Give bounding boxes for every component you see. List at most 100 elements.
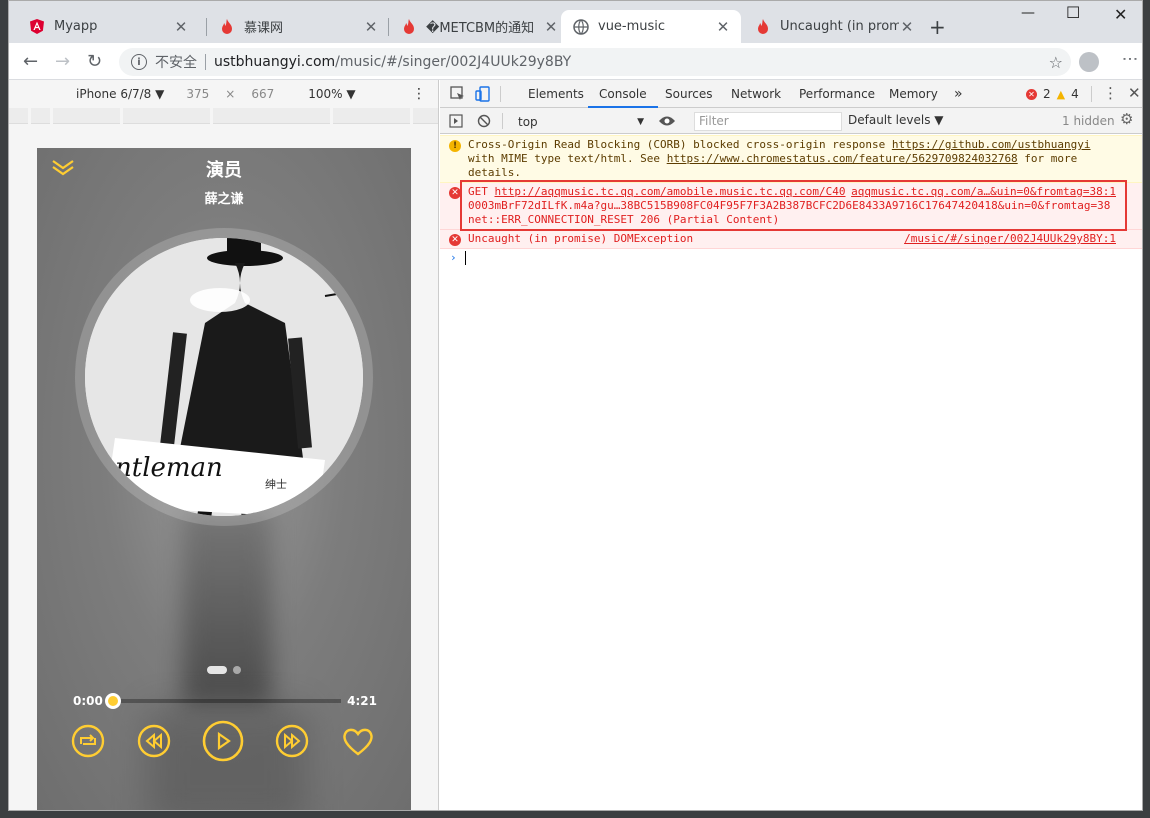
phone-viewport: 演员 薛之谦 ntleman 绅士 0:00 4:21 xyxy=(37,148,411,810)
flame-icon xyxy=(219,18,235,35)
device-select[interactable]: iPhone 6/7/8 ▼ xyxy=(76,87,164,101)
annotation-highlight-box xyxy=(460,180,1127,231)
security-label: 不安全 xyxy=(155,55,197,71)
error-icon: ✕ xyxy=(449,234,461,246)
close-icon[interactable]: ✕ xyxy=(173,18,189,36)
tab-memory[interactable]: Memory xyxy=(889,80,938,108)
album-cover: ntleman 绅士 xyxy=(85,238,363,516)
tab-sources[interactable]: Sources xyxy=(665,80,712,108)
background-blur xyxy=(182,508,272,708)
progress-knob[interactable] xyxy=(104,693,121,709)
devtools-panel: Elements Console Sources Network Perform… xyxy=(440,80,1142,810)
new-tab-button[interactable]: + xyxy=(929,15,946,39)
error-count: 2 xyxy=(1043,87,1051,101)
close-icon[interactable]: ✕ xyxy=(899,18,915,36)
angular-icon xyxy=(29,18,45,35)
zoom-select[interactable]: 100% ▼ xyxy=(308,87,355,101)
indicator-dot xyxy=(233,666,241,674)
issue-counters[interactable]: ✕ 2 ▲ 4 xyxy=(1026,87,1079,101)
device-toolbar: iPhone 6/7/8 ▼ 375 × 667 100% ▼ ⋮ xyxy=(9,80,438,108)
tab-vue-music[interactable]: vue-music ✕ xyxy=(561,10,741,43)
next-icon[interactable] xyxy=(275,724,309,758)
current-time: 0:00 xyxy=(73,694,103,708)
console-prompt[interactable]: › xyxy=(440,249,1142,267)
log-levels-select[interactable]: Default levels ▼ xyxy=(848,113,944,127)
close-devtools-icon[interactable]: ✕ xyxy=(1128,84,1141,102)
flame-icon xyxy=(755,18,771,35)
indicator-dot-active xyxy=(207,666,227,674)
media-query-ruler[interactable] xyxy=(9,108,438,124)
console-toolbar: top ▼ Filter Default levels ▼ 1 hidden ⚙ xyxy=(440,108,1142,134)
singer-name: 薛之谦 xyxy=(204,192,244,207)
page-indicator xyxy=(207,666,241,674)
gear-icon[interactable]: ⚙ xyxy=(1120,110,1133,128)
progress-bar: 0:00 4:21 xyxy=(73,692,377,710)
warning-count: 4 xyxy=(1071,87,1079,101)
back-button[interactable]: ← xyxy=(23,51,38,72)
sidebar-toggle-icon[interactable] xyxy=(449,114,463,128)
browser-toolbar: ← → ↻ i 不安全 ustbhuangyi.com /music/#/sin… xyxy=(9,43,1142,80)
device-more-icon[interactable]: ⋮ xyxy=(412,86,426,102)
warning-text: Cross-Origin Read Blocking (CORB) blocke… xyxy=(468,138,892,151)
error-icon: ✕ xyxy=(1026,88,1037,100)
device-width[interactable]: 375 xyxy=(186,87,209,101)
dropdown-arrow-icon: ▼ xyxy=(637,116,644,127)
info-icon[interactable]: i xyxy=(131,54,147,70)
close-window-button[interactable]: ✕ xyxy=(1114,5,1127,24)
filter-input[interactable]: Filter xyxy=(694,112,842,131)
warning-icon: ! xyxy=(449,140,461,152)
tab-elements[interactable]: Elements xyxy=(528,80,584,108)
loop-mode-icon[interactable] xyxy=(71,724,105,758)
dimension-separator: × xyxy=(225,87,236,101)
divider xyxy=(205,54,206,70)
url-host: ustbhuangyi.com xyxy=(214,54,336,70)
inspect-element-icon[interactable] xyxy=(450,86,466,102)
hidden-count: 1 hidden xyxy=(1062,114,1115,128)
console-error-uncaught: ✕ Uncaught (in promise) DOMException/mus… xyxy=(440,230,1142,249)
progress-track[interactable] xyxy=(104,693,342,709)
star-icon[interactable]: ☆ xyxy=(1049,53,1063,72)
warning-link[interactable]: https://github.com/ustbhuangyi xyxy=(892,138,1091,151)
tab-mooc[interactable]: 慕课网 ✕ xyxy=(207,10,389,43)
console-warning: ! Cross-Origin Read Blocking (CORB) bloc… xyxy=(440,135,1142,183)
tab-uncaught[interactable]: Uncaught (in promis ✕ xyxy=(743,10,925,43)
tab-myapp[interactable]: Myapp ✕ xyxy=(17,10,199,43)
close-icon[interactable]: ✕ xyxy=(543,18,559,36)
browser-window: Myapp ✕ 慕课网 ✕ �METCBM的通知 ✕ vue-music ✕ U… xyxy=(8,0,1143,811)
close-icon[interactable]: ✕ xyxy=(363,18,379,36)
warning-text: with MIME type text/html. See xyxy=(468,152,667,165)
warning-link[interactable]: https://www.chromestatus.com/feature/562… xyxy=(667,152,1018,165)
more-menu-icon[interactable]: ⋮ xyxy=(1121,51,1140,67)
tab-title: �METCBM的通知 xyxy=(426,21,535,36)
tab-notification[interactable]: �METCBM的通知 ✕ xyxy=(389,10,569,43)
device-height[interactable]: 667 xyxy=(251,87,274,101)
divider xyxy=(1091,86,1092,102)
avatar[interactable] xyxy=(1079,52,1099,72)
favorite-icon[interactable] xyxy=(341,724,375,758)
play-icon[interactable] xyxy=(202,720,244,762)
address-bar[interactable]: i 不安全 ustbhuangyi.com /music/#/singer/00… xyxy=(119,48,1071,76)
previous-icon[interactable] xyxy=(137,724,171,758)
tab-network[interactable]: Network xyxy=(731,80,781,108)
error-source-link[interactable]: /music/#/singer/002J4UUk29y8BY:1 xyxy=(904,232,1116,246)
minimize-button[interactable]: — xyxy=(1021,5,1035,21)
eye-icon[interactable] xyxy=(658,114,676,128)
cd-caption: ntleman xyxy=(115,453,223,483)
forward-button[interactable]: → xyxy=(55,51,70,72)
close-icon[interactable]: ✕ xyxy=(715,18,731,36)
cd-subcaption: 绅士 xyxy=(265,478,287,491)
tab-performance[interactable]: Performance xyxy=(799,80,875,108)
more-tabs-icon[interactable]: » xyxy=(954,80,963,108)
reload-button[interactable]: ↻ xyxy=(87,51,102,72)
maximize-button[interactable]: ☐ xyxy=(1066,3,1080,22)
context-select[interactable]: top ▼ xyxy=(518,113,644,130)
clear-console-icon[interactable] xyxy=(477,114,491,128)
globe-icon xyxy=(573,18,589,35)
devtools-tabbar: Elements Console Sources Network Perform… xyxy=(440,80,1142,108)
total-time: 4:21 xyxy=(347,694,377,708)
device-toggle-icon[interactable] xyxy=(475,86,491,102)
tab-title: Uncaught (in promis xyxy=(780,19,899,34)
device-emulation-pane: iPhone 6/7/8 ▼ 375 × 667 100% ▼ ⋮ 演员 薛之谦 xyxy=(9,80,439,810)
tab-console[interactable]: Console xyxy=(588,80,658,108)
devtools-menu-icon[interactable]: ⋮ xyxy=(1103,84,1118,102)
